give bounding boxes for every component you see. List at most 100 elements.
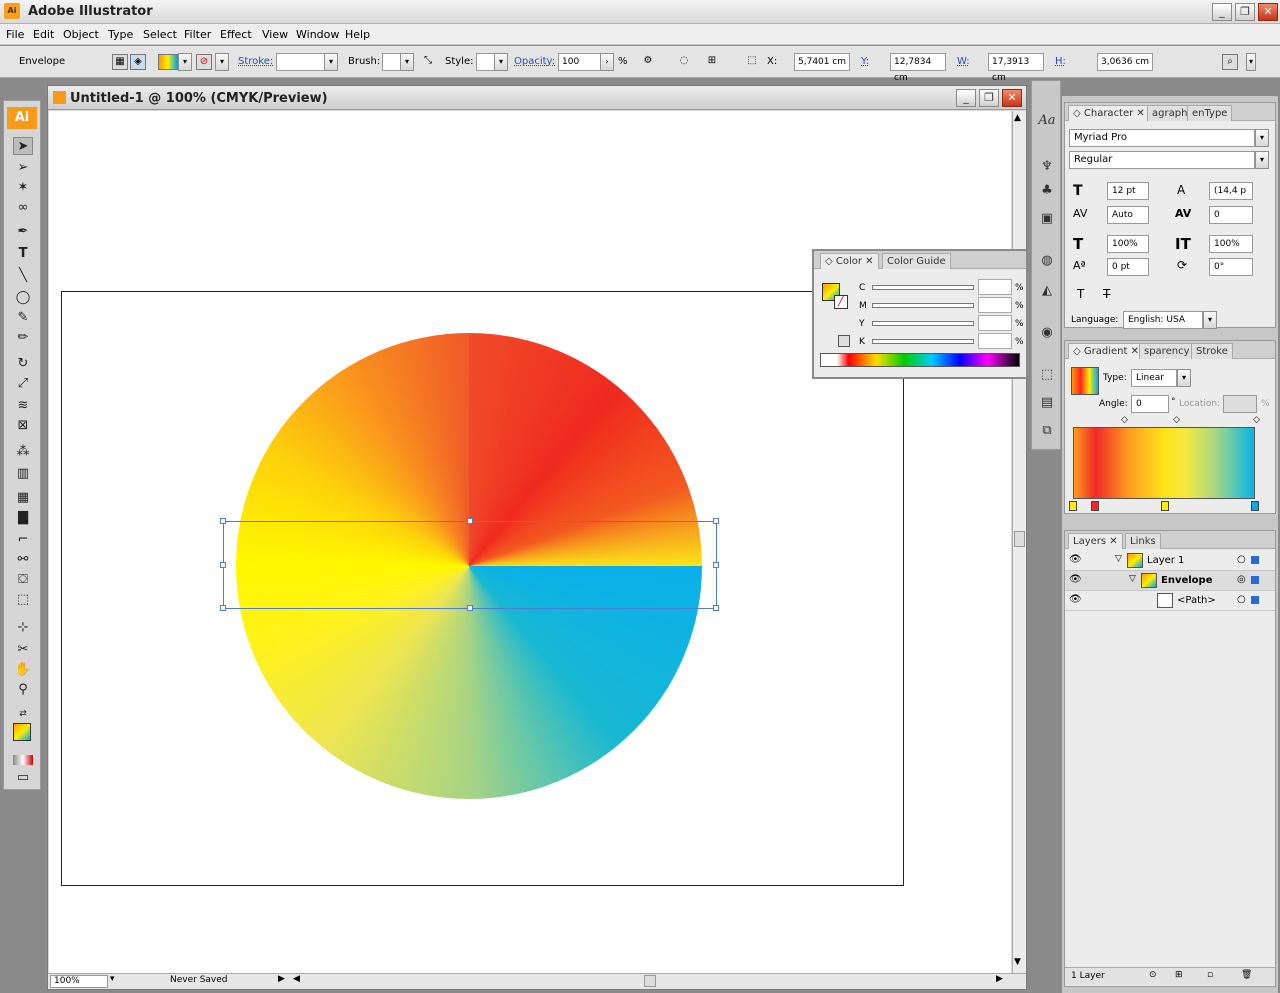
menu-effect[interactable]: Effect [220,28,252,41]
kerning-field[interactable]: Auto [1107,206,1149,224]
bbox-handle-tc[interactable] [467,518,473,524]
new-layer-icon[interactable]: ▫ [1207,970,1213,980]
stroke-weight-field[interactable] [276,53,326,71]
opacity-arrow[interactable]: › [600,53,614,71]
style-dropdown[interactable]: ▾ [494,53,508,71]
stroke-color-dropdown[interactable]: ▾ [215,53,229,71]
lasso-tool-icon[interactable]: ∞ [13,199,33,217]
restore-icon[interactable]: ❐ [1235,3,1255,21]
visibility-eye-icon[interactable]: 👁 [1069,574,1082,585]
location-field[interactable] [1223,395,1257,413]
close-icon[interactable]: ✕ [1258,3,1278,21]
channel-c-slider[interactable] [872,285,974,290]
target-circle-icon[interactable]: ○ [1237,554,1246,565]
channel-y-field[interactable] [978,315,1012,331]
channel-m-slider[interactable] [872,303,974,308]
symbol-sprayer-tool-icon[interactable]: ⁂ [13,443,33,461]
y-field[interactable]: 12,7834 cm [890,53,946,83]
zoom-tool-icon[interactable]: ⚲ [13,681,33,699]
free-transform-tool-icon[interactable]: ⊠ [13,417,33,435]
midpoint-diamond-3[interactable]: ◇ [1253,415,1260,425]
selection-indicator-icon[interactable] [1251,596,1259,604]
zoom-dropdown-icon[interactable]: ▾ [110,974,115,984]
artboard-canvas[interactable] [49,111,1011,973]
appearance-panel-icon[interactable]: ◉ [1037,323,1057,343]
layer-row[interactable]: 👁 ▽ Layer 1 ○ [1065,551,1275,571]
last-color-icon[interactable] [838,335,850,347]
scissors-tool-icon[interactable]: ✂ [13,641,33,659]
pencil-tool-icon[interactable]: ✏ [13,329,33,347]
doc-close-icon[interactable]: ✕ [1002,89,1022,107]
menu-object[interactable]: Object [63,28,99,41]
opacity-field[interactable]: 100 [558,53,602,71]
brushes-panel-icon[interactable]: ♆ [1037,157,1057,177]
swap-fill-stroke-icon[interactable]: ⇄ [13,705,33,723]
menu-window[interactable]: Window [296,28,339,41]
tab-color-guide[interactable]: Color Guide [882,253,951,269]
character-panel-icon[interactable]: Aa [1037,111,1057,131]
pathfinder-panel-icon[interactable]: ⧉ [1037,421,1057,441]
scale-tool-icon[interactable]: ⤢ [13,375,33,393]
color-spectrum-bar[interactable] [820,353,1020,367]
minimize-icon[interactable]: _ [1212,3,1232,21]
pen-tool-icon[interactable]: ✒ [13,223,33,241]
tab-transparency[interactable]: sparency [1139,343,1195,359]
paintbrush-tool-icon[interactable]: ✎ [13,309,33,327]
bbox-handle-bl[interactable] [220,605,226,611]
doc-restore-icon[interactable]: ❐ [979,89,999,107]
tab-gradient[interactable]: ◇ Gradient ✕ [1068,343,1144,359]
stroke-label[interactable]: Stroke: [238,56,273,67]
hand-tool-icon[interactable]: ✋ [13,661,33,679]
fill-color-icon[interactable] [13,723,31,741]
channel-k-slider[interactable] [872,339,974,344]
hscroll-right-icon[interactable]: ▶ [996,974,1003,984]
brush-dropdown[interactable]: ▾ [400,53,414,71]
direct-selection-tool-icon[interactable]: ➢ [13,159,33,177]
style-field[interactable] [476,53,496,71]
ellipse-tool-icon[interactable]: ◯ [13,289,33,307]
menu-view[interactable]: View [262,28,288,41]
bbox-handle-mr[interactable] [713,562,719,568]
scroll-thumb[interactable] [1014,531,1025,547]
midpoint-diamond-1[interactable]: ◇ [1121,415,1128,425]
scroll-up-icon[interactable]: ▲ [1014,113,1021,123]
edit-contents-icon[interactable]: ◈ [130,54,146,70]
baseline-shift-field[interactable]: 0 pt [1107,258,1149,276]
selection-indicator-icon[interactable] [1251,576,1259,584]
align-panel-icon[interactable]: ▤ [1037,393,1057,413]
x-field[interactable]: 5,7401 cm [794,53,850,71]
graphic-styles-panel-icon[interactable]: ▣ [1037,209,1057,229]
slice-tool-icon[interactable]: ⊹ [13,619,33,637]
zoom-field[interactable]: 100% [50,975,108,988]
bbox-handle-br[interactable] [713,605,719,611]
live-paint-selection-tool-icon[interactable]: ⬚ [13,591,33,609]
w-label[interactable]: W: [957,56,970,67]
bbox-handle-tl[interactable] [220,518,226,524]
menu-edit[interactable]: Edit [33,28,54,41]
bbox-handle-bc[interactable] [467,605,473,611]
stroke-none-icon[interactable]: ╱ [834,295,848,309]
tab-layers[interactable]: Layers ✕ [1068,533,1123,549]
tab-opentype[interactable]: enType [1187,105,1233,121]
bridge-icon[interactable]: ⌕ [1222,54,1238,70]
h-field[interactable]: 3,0636 cm [1097,53,1153,71]
target-circle-icon[interactable]: ◎ [1237,574,1246,585]
tab-stroke[interactable]: Stroke [1191,343,1233,359]
vertical-scale-field[interactable]: 100% [1107,235,1149,253]
font-style-field[interactable]: Regular [1069,151,1255,169]
horizontal-scale-field[interactable]: 100% [1209,235,1253,253]
expand-triangle-icon[interactable]: ▽ [1129,574,1136,584]
warp-tool-icon[interactable]: ≋ [13,397,33,415]
eyedropper-tool-icon[interactable]: ⌐ [13,531,33,549]
line-tool-icon[interactable]: ╲ [13,267,33,285]
color-mode-icons[interactable] [13,755,33,765]
selection-indicator-icon[interactable] [1251,556,1259,564]
blend-tool-icon[interactable]: ⚯ [13,551,33,569]
layer-row[interactable]: 👁 ▽ Envelope ◎ [1065,571,1275,591]
leading-field[interactable]: (14,4 p [1209,182,1253,200]
angle-field[interactable]: 0 [1131,395,1169,413]
type-tool-icon[interactable]: T [13,245,33,263]
gradient-stop-4[interactable] [1251,501,1259,511]
screen-mode-icon[interactable]: ▭ [13,769,33,787]
hscroll-thumb[interactable] [644,975,656,987]
